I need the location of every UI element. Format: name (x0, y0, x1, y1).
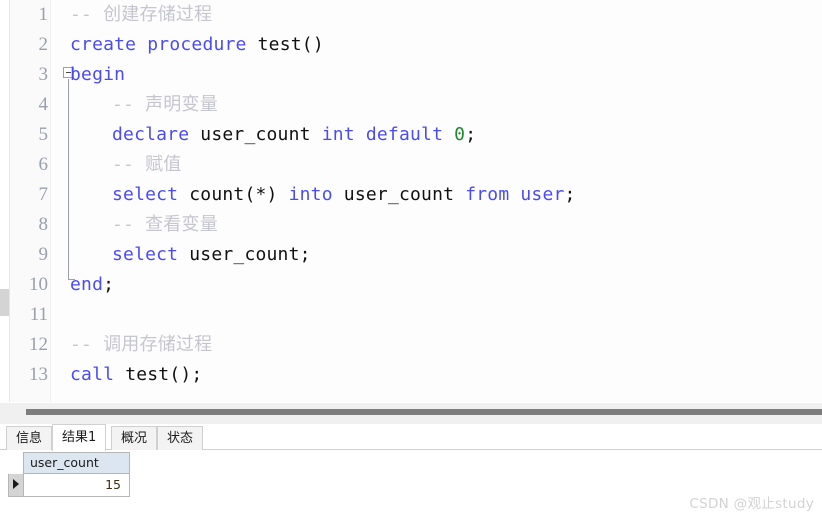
results-tab-3[interactable]: 概况 (111, 426, 158, 450)
editor-horizontal-scrollbar-thumb[interactable] (26, 409, 822, 415)
code-token: declare (112, 124, 201, 145)
code-line[interactable]: 2 create procedure test() (10, 30, 822, 60)
code-line[interactable]: 1 -- 创建存储过程 (10, 0, 822, 30)
code-line[interactable]: 7 select count(*) into user_count from us… (10, 180, 822, 210)
code-token: ; (465, 124, 477, 145)
code-line[interactable]: 11 (10, 300, 822, 330)
code-token: into (288, 184, 344, 205)
watermark-text: CSDN @观止study (689, 496, 814, 512)
code-line-text: -- 调用存储过程 (70, 330, 212, 360)
code-token: user_count (189, 244, 300, 265)
editor-vertical-scrollbar[interactable] (0, 0, 9, 402)
code-line-text: -- 创建存储过程 (70, 0, 212, 30)
code-line-list: 1 -- 创建存储过程 2 create procedure test() 3 begin… (10, 0, 822, 390)
code-token: ; (299, 244, 311, 265)
line-number: 9 (38, 244, 49, 265)
code-line[interactable]: 5 declare user_count int default 0; (10, 120, 822, 150)
line-number: 1 (38, 4, 49, 25)
code-token: -- 赋值 (112, 154, 182, 175)
code-line-text: select user_count; (112, 240, 311, 270)
result-grid-column-header[interactable]: user_count (23, 452, 130, 474)
code-token: count(*) (189, 184, 289, 205)
line-number: 11 (29, 304, 48, 325)
code-line-text: create procedure test() (70, 30, 324, 60)
code-token: select (112, 184, 190, 205)
code-token: -- 调用存储过程 (70, 334, 213, 355)
result-grid-cell[interactable]: 15 (23, 474, 130, 497)
line-number: 7 (38, 184, 49, 205)
code-token: test(); (125, 364, 203, 385)
code-line-text: call test(); (70, 360, 202, 390)
code-token: user_count (343, 184, 466, 205)
code-line-text: -- 声明变量 (112, 90, 218, 120)
line-number: 12 (29, 334, 48, 355)
code-token: -- 查看变量 (112, 214, 218, 235)
results-tab-bar: 信息 结果1 概况 状态 (0, 424, 822, 451)
code-token: -- 创建存储过程 (70, 4, 213, 25)
line-number: 2 (38, 34, 49, 55)
code-token: -- 声明变量 (112, 94, 218, 115)
code-line[interactable]: 9 select user_count; (10, 240, 822, 270)
code-token: from user (465, 184, 565, 205)
line-number: 6 (38, 154, 49, 175)
line-number: 4 (38, 94, 49, 115)
code-token: create procedure (70, 34, 258, 55)
line-number: 10 (29, 274, 48, 295)
code-token: ; (564, 184, 576, 205)
results-tab-4[interactable]: 状态 (157, 426, 204, 450)
code-line[interactable]: 6 -- 赋值 (10, 150, 822, 180)
code-token: begin (70, 64, 126, 85)
code-token: end (70, 274, 104, 295)
code-line[interactable]: 10 end; (10, 270, 822, 300)
line-number: 13 (29, 364, 48, 385)
line-number: 8 (38, 214, 49, 235)
code-editor[interactable]: 1 -- 创建存储过程 2 create procedure test() 3 begin… (0, 0, 822, 402)
code-token: select (112, 244, 190, 265)
code-line-text: -- 赋值 (112, 150, 182, 180)
results-tab-1[interactable]: 信息 (6, 426, 53, 450)
code-token: 0 (454, 124, 466, 145)
code-line-text: select count(*) into user_count from use… (112, 180, 576, 210)
code-line[interactable]: 12 -- 调用存储过程 (10, 330, 822, 360)
code-line-text: end; (70, 270, 114, 300)
code-surface[interactable]: 1 -- 创建存储过程 2 create procedure test() 3 begin… (9, 0, 822, 402)
code-line[interactable]: 8 -- 查看变量 (10, 210, 822, 240)
code-line[interactable]: 4 -- 声明变量 (10, 90, 822, 120)
line-number: 5 (38, 124, 49, 145)
editor-vertical-scrollbar-thumb[interactable] (0, 289, 9, 316)
code-line-text: begin (70, 60, 125, 90)
code-token: int default (321, 124, 455, 145)
current-row-arrow-icon (13, 479, 19, 489)
code-token: user_count (200, 124, 322, 145)
code-token: call (70, 364, 126, 385)
line-number: 3 (38, 64, 49, 85)
code-line-text: -- 查看变量 (112, 210, 218, 240)
code-line[interactable]: 3 begin (10, 60, 822, 90)
code-line[interactable]: 13 call test(); (10, 360, 822, 390)
results-tab-2[interactable]: 结果1 (52, 424, 107, 451)
editor-horizontal-scrollbar[interactable] (0, 402, 822, 424)
code-token: test() (257, 34, 324, 55)
code-token: ; (103, 274, 115, 295)
sql-editor-window: 1 -- 创建存储过程 2 create procedure test() 3 begin… (0, 0, 822, 520)
code-line-text: declare user_count int default 0; (112, 120, 476, 150)
